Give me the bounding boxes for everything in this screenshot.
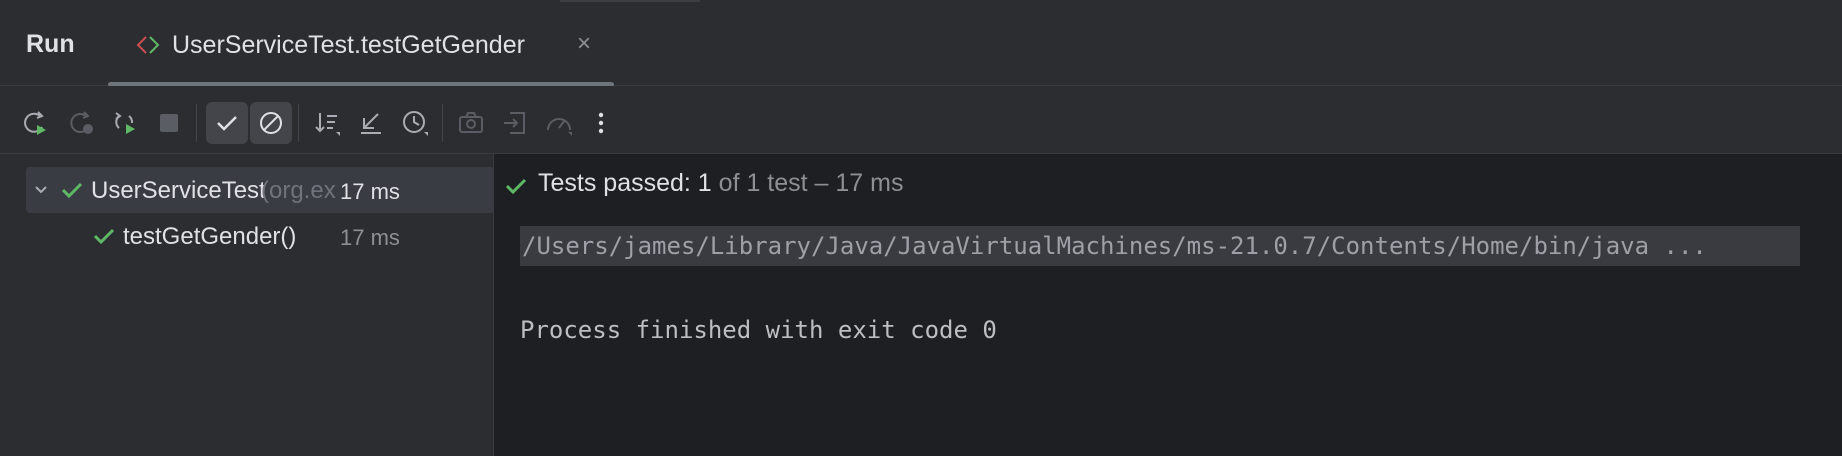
- test-run-config-icon: [136, 36, 160, 54]
- tree-root-name: UserServiceTest: [91, 177, 266, 204]
- test-status: Tests passed: 1 of 1 test – 17 ms: [538, 169, 903, 198]
- exit-code-line: Process finished with exit code 0: [520, 316, 997, 344]
- toolbar-separator: [196, 104, 197, 142]
- test-results-tree: UserServiceTest (org.ex 17 ms testGetGen…: [0, 154, 494, 456]
- sort-icon[interactable]: [306, 102, 348, 144]
- tree-root-package: (org.ex: [261, 177, 336, 204]
- toolbar-separator: [298, 104, 299, 142]
- passed-check-icon: [93, 228, 115, 245]
- run-title: Run: [26, 30, 75, 58]
- passed-check-icon: [61, 182, 83, 199]
- run-tool-window-header: Run UserServiceTest.testGetGender ×: [0, 0, 1842, 87]
- collapse-icon[interactable]: [350, 102, 392, 144]
- toolbar-separator: [442, 104, 443, 142]
- toggle-auto-test-icon[interactable]: [104, 102, 146, 144]
- tab-label: UserServiceTest.testGetGender: [172, 31, 525, 59]
- console-output: Tests passed: 1 of 1 test – 17 ms /Users…: [494, 154, 1842, 456]
- history-icon[interactable]: [394, 102, 436, 144]
- camera-icon[interactable]: [450, 102, 492, 144]
- stop-icon[interactable]: [148, 102, 190, 144]
- tab-usersevicetest-testgetgender[interactable]: UserServiceTest.testGetGender ×: [108, 0, 614, 87]
- more-icon[interactable]: [580, 102, 622, 144]
- test-toolbar: [0, 86, 1842, 154]
- tree-child-name: testGetGender(): [123, 223, 297, 250]
- tree-root-time: 17 ms: [340, 179, 400, 204]
- tests-summary: of 1 test – 17 ms: [711, 169, 904, 197]
- passed-check-icon: [505, 178, 527, 195]
- chevron-down-icon[interactable]: [32, 181, 50, 199]
- tree-child-time: 17 ms: [340, 225, 400, 250]
- tree-row-child[interactable]: testGetGender() 17 ms: [26, 213, 494, 259]
- rerun-failed-icon[interactable]: [60, 102, 102, 144]
- tests-passed-label: Tests passed: 1: [538, 169, 712, 197]
- tree-row-root[interactable]: UserServiceTest (org.ex 17 ms: [26, 167, 494, 213]
- command-line[interactable]: /Users/james/Library/Java/JavaVirtualMac…: [520, 226, 1800, 266]
- show-ignored-icon[interactable]: [250, 102, 292, 144]
- gauge-icon[interactable]: [538, 102, 580, 144]
- rerun-icon[interactable]: [14, 102, 56, 144]
- close-icon[interactable]: ×: [572, 32, 596, 56]
- import-icon[interactable]: [494, 102, 536, 144]
- show-passed-icon[interactable]: [206, 102, 248, 144]
